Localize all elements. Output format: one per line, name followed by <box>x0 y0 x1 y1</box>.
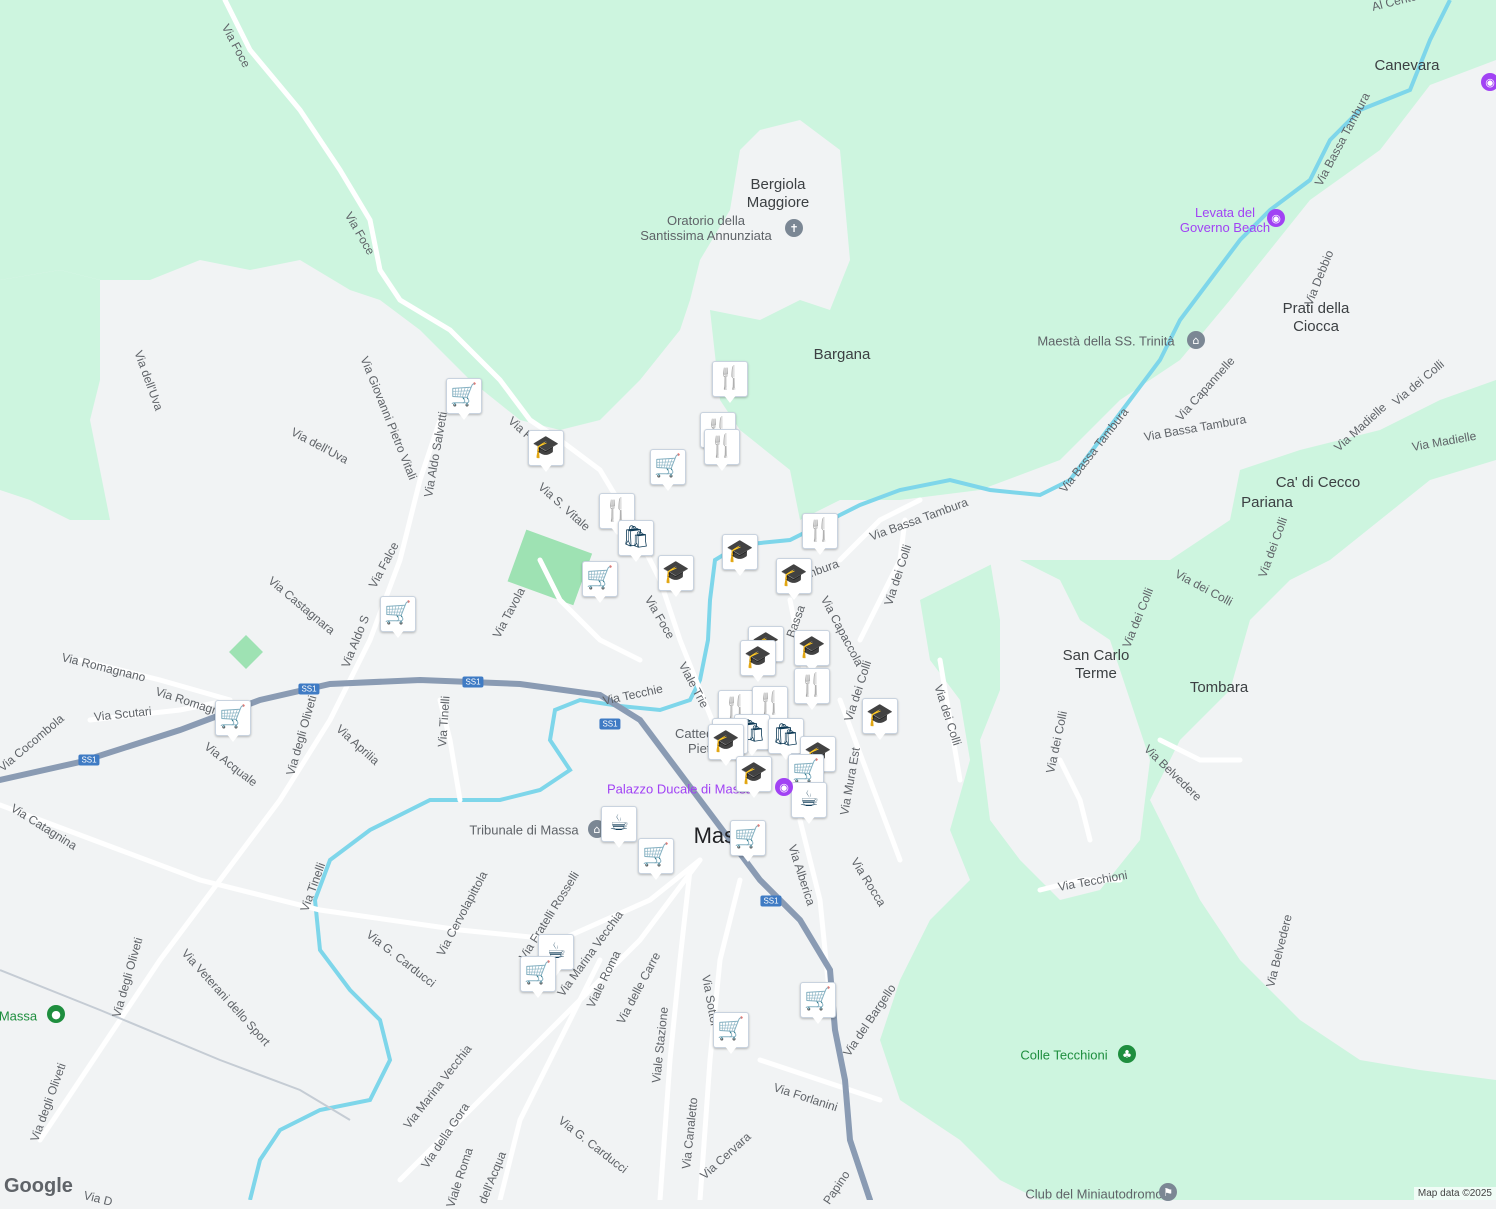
school-icon: 🎓 <box>662 560 690 585</box>
map-marker-shopping-cart[interactable]: 🛒 <box>730 820 766 864</box>
poi-palazzo-ducale[interactable]: Palazzo Ducale di Massa <box>607 782 753 797</box>
map-attribution[interactable]: Map data ©2025 <box>1413 1187 1496 1200</box>
map-marker-school[interactable]: 🎓 <box>862 698 898 742</box>
shopping-cart-icon: 🛒 <box>384 601 412 626</box>
map-marker-shopping-cart[interactable]: 🛒 <box>650 449 686 493</box>
station-icon: ● <box>47 1005 65 1023</box>
place-canevara: Canevara <box>1374 57 1440 74</box>
school-icon: 🎓 <box>712 729 740 754</box>
restaurant-icon: 🍴 <box>806 518 834 543</box>
restaurant-icon: 🍴 <box>603 498 631 523</box>
map-marker-cafe[interactable]: ☕ <box>791 782 827 826</box>
shopping-cart-icon: 🛒 <box>642 843 670 868</box>
poi-maesta-ss-trinita[interactable]: Maestà della SS. Trinità <box>1037 334 1174 349</box>
monument-icon: ⌂ <box>1187 331 1205 349</box>
map-marker-restaurant[interactable]: 🍴 <box>704 429 740 473</box>
tree-icon: ♣ <box>1118 1045 1136 1063</box>
poi-club-miniautodromo[interactable]: Club del Miniautodromo <box>1025 1187 1162 1202</box>
racetrack-icon: ⚑ <box>1159 1183 1177 1201</box>
poi-levata-del-governo-beach[interactable]: Levata del Governo Beach <box>1180 205 1270 235</box>
map-marker-shopping-cart[interactable]: 🛒 <box>638 838 674 882</box>
map-marker-shopping-cart[interactable]: 🛒 <box>582 561 618 605</box>
school-icon: 🎓 <box>798 635 826 660</box>
map-marker-shopping-cart[interactable]: 🛒 <box>380 596 416 640</box>
cafe-icon: ☕ <box>799 787 819 812</box>
restaurant-icon: 🍴 <box>716 366 744 391</box>
map-marker-shopping-bag[interactable]: 🛍 <box>618 520 654 564</box>
place-bargana: Bargana <box>813 346 871 363</box>
google-logo: Google <box>4 1175 73 1197</box>
place-tombara: Tombara <box>1189 679 1249 696</box>
school-icon: 🎓 <box>726 539 754 564</box>
restaurant-icon: 🍴 <box>708 434 736 459</box>
map-marker-school[interactable]: 🎓 <box>528 430 564 474</box>
map-marker-restaurant[interactable]: 🍴 <box>802 513 838 557</box>
camera-icon: ◉ <box>1267 209 1285 227</box>
place-pariana: Pariana <box>1241 494 1293 511</box>
cafe-icon: ☕ <box>609 811 629 836</box>
map-marker-school[interactable]: 🎓 <box>776 558 812 602</box>
map-marker-school[interactable]: 🎓 <box>722 534 758 578</box>
shopping-bag-icon: 🛍 <box>622 525 650 550</box>
shopping-cart-icon: 🛒 <box>524 961 552 986</box>
highway-shield-ss1-3: SS1 <box>78 754 100 766</box>
restaurant-icon: 🍴 <box>756 691 784 716</box>
poi-tribunale[interactable]: Tribunale di Massa <box>469 823 578 838</box>
shopping-bag-icon: 🛍 <box>772 723 800 748</box>
highway-shield-ss1-1: SS1 <box>298 683 320 695</box>
shopping-cart-icon: 🛒 <box>219 705 247 730</box>
church-icon: ✝ <box>785 219 803 237</box>
poi-colle-tecchioni[interactable]: Colle Tecchioni <box>1020 1048 1107 1063</box>
palazzo-ducale-icon: ◉ <box>775 778 793 796</box>
forest-area-west <box>0 270 110 520</box>
map-marker-restaurant[interactable]: 🍴 <box>794 668 830 712</box>
place-prati-della-ciocca: Prati della Ciocca <box>1282 300 1350 335</box>
shopping-cart-icon: 🛒 <box>717 1017 745 1042</box>
shopping-cart-icon: 🛒 <box>586 566 614 591</box>
shopping-cart-icon: 🛒 <box>654 454 682 479</box>
map-marker-shopping-cart[interactable]: 🛒 <box>215 700 251 744</box>
map-marker-shopping-cart[interactable]: 🛒 <box>713 1012 749 1056</box>
highway-shield-ss1-4: SS1 <box>599 718 621 730</box>
map-marker-school[interactable]: 🎓 <box>736 756 772 800</box>
poi-oratorio[interactable]: Oratorio della Santissima Annunziata <box>640 213 772 243</box>
shopping-cart-icon: 🛒 <box>734 825 762 850</box>
shopping-cart-icon: 🛒 <box>450 383 478 408</box>
map-marker-restaurant[interactable]: 🍴 <box>712 361 748 405</box>
map-marker-school[interactable]: 🎓 <box>740 640 776 684</box>
place-bergiola-maggiore: Bergiola Maggiore <box>746 176 810 211</box>
place-san-carlo-terme: San Carlo Terme <box>1062 647 1130 682</box>
camera-icon-canevara: ◉ <box>1481 73 1496 91</box>
map-marker-shopping-cart[interactable]: 🛒 <box>446 378 482 422</box>
highway-shield-ss1-2: SS1 <box>462 676 484 688</box>
shopping-cart-icon: 🛒 <box>792 759 820 784</box>
highway-shield-ss1-5: SS1 <box>760 895 782 907</box>
poi-massa-station[interactable]: Massa <box>0 1009 37 1024</box>
shopping-cart-icon: 🛒 <box>804 987 832 1012</box>
school-icon: 🎓 <box>740 761 768 786</box>
map-marker-school[interactable]: 🎓 <box>658 555 694 599</box>
school-icon: 🎓 <box>532 435 560 460</box>
school-icon: 🎓 <box>780 563 808 588</box>
restaurant-icon: 🍴 <box>798 673 826 698</box>
map-marker-shopping-cart[interactable]: 🛒 <box>520 956 556 1000</box>
school-icon: 🎓 <box>744 645 772 670</box>
place-ca-di-cecco: Ca' di Cecco <box>1275 474 1361 491</box>
school-icon: 🎓 <box>866 703 894 728</box>
map-marker-cafe[interactable]: ☕ <box>601 806 637 850</box>
map-marker-shopping-cart[interactable]: 🛒 <box>800 982 836 1026</box>
